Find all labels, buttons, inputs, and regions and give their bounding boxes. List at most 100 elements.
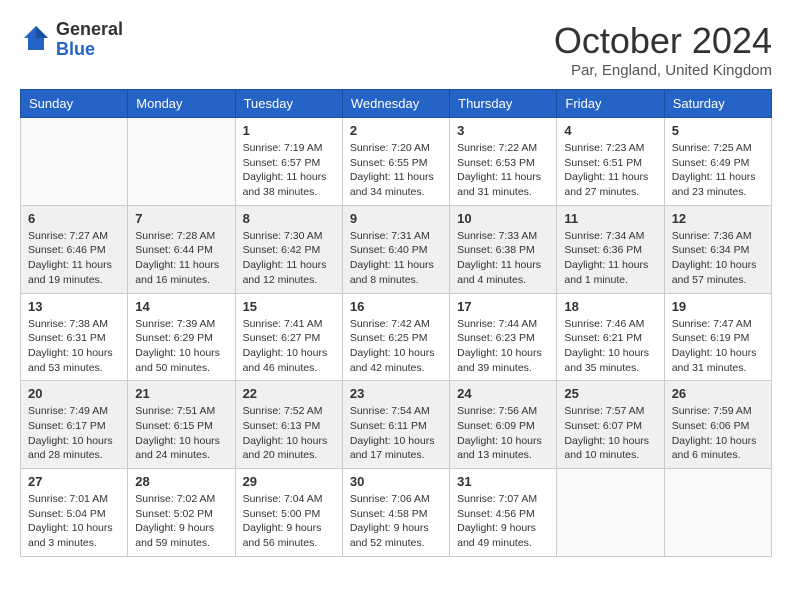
calendar-cell: 21 Sunrise: 7:51 AMSunset: 6:15 PMDayligh… — [128, 381, 235, 469]
week-row-1: 1 Sunrise: 7:19 AMSunset: 6:57 PMDaylight… — [21, 118, 772, 206]
day-info: Sunrise: 7:01 AMSunset: 5:04 PMDaylight:… — [28, 492, 120, 551]
day-number: 18 — [564, 299, 656, 314]
day-number: 9 — [350, 211, 442, 226]
calendar-cell — [557, 469, 664, 557]
day-header-thursday: Thursday — [450, 90, 557, 118]
calendar-cell: 27 Sunrise: 7:01 AMSunset: 5:04 PMDayligh… — [21, 469, 128, 557]
day-number: 12 — [672, 211, 764, 226]
day-number: 7 — [135, 211, 227, 226]
calendar-cell: 24 Sunrise: 7:56 AMSunset: 6:09 PMDayligh… — [450, 381, 557, 469]
calendar-cell — [664, 469, 771, 557]
day-number: 13 — [28, 299, 120, 314]
calendar-cell: 23Sunrise: 7:54 AMSunset: 6:11 PMDayligh… — [342, 381, 449, 469]
day-header-tuesday: Tuesday — [235, 90, 342, 118]
calendar-cell: 15 Sunrise: 7:41 AMSunset: 6:27 PMDayligh… — [235, 293, 342, 381]
day-info: Sunrise: 7:39 AMSunset: 6:29 PMDaylight:… — [135, 317, 227, 376]
day-header-sunday: Sunday — [21, 90, 128, 118]
month-title: October 2024 — [554, 20, 772, 62]
calendar-cell: 22 Sunrise: 7:52 AMSunset: 6:13 PMDayligh… — [235, 381, 342, 469]
day-info: Sunrise: 7:07 AMSunset: 4:56 PMDaylight:… — [457, 492, 549, 551]
day-header-wednesday: Wednesday — [342, 90, 449, 118]
week-row-3: 13Sunrise: 7:38 AMSunset: 6:31 PMDayligh… — [21, 293, 772, 381]
day-info: Sunrise: 7:41 AMSunset: 6:27 PMDaylight:… — [243, 317, 335, 376]
logo-blue-text: Blue — [56, 40, 123, 60]
logo: General Blue — [20, 20, 123, 60]
calendar-cell: 20 Sunrise: 7:49 AMSunset: 6:17 PMDayligh… — [21, 381, 128, 469]
day-number: 2 — [350, 123, 442, 138]
day-number: 24 — [457, 386, 549, 401]
calendar-cell: 31Sunrise: 7:07 AMSunset: 4:56 PMDayligh… — [450, 469, 557, 557]
calendar-cell: 26 Sunrise: 7:59 AMSunset: 6:06 PMDayligh… — [664, 381, 771, 469]
day-number: 10 — [457, 211, 549, 226]
day-info: Sunrise: 7:44 AMSunset: 6:23 PMDaylight:… — [457, 317, 549, 376]
calendar-cell: 8Sunrise: 7:30 AMSunset: 6:42 PMDaylight… — [235, 205, 342, 293]
day-info: Sunrise: 7:22 AMSunset: 6:53 PMDaylight:… — [457, 141, 549, 200]
day-number: 22 — [243, 386, 335, 401]
calendar-cell: 25Sunrise: 7:57 AMSunset: 6:07 PMDayligh… — [557, 381, 664, 469]
day-number: 17 — [457, 299, 549, 314]
day-info: Sunrise: 7:47 AMSunset: 6:19 PMDaylight:… — [672, 317, 764, 376]
day-header-friday: Friday — [557, 90, 664, 118]
calendar-cell: 29Sunrise: 7:04 AMSunset: 5:00 PMDayligh… — [235, 469, 342, 557]
calendar-cell: 19 Sunrise: 7:47 AMSunset: 6:19 PMDayligh… — [664, 293, 771, 381]
day-number: 27 — [28, 474, 120, 489]
logo-icon — [20, 22, 52, 54]
calendar-cell: 7 Sunrise: 7:28 AMSunset: 6:44 PMDaylight… — [128, 205, 235, 293]
day-info: Sunrise: 7:30 AMSunset: 6:42 PMDaylight:… — [243, 229, 335, 288]
calendar-cell: 2 Sunrise: 7:20 AMSunset: 6:55 PMDaylight… — [342, 118, 449, 206]
day-info: Sunrise: 7:31 AMSunset: 6:40 PMDaylight:… — [350, 229, 442, 288]
day-info: Sunrise: 7:28 AMSunset: 6:44 PMDaylight:… — [135, 229, 227, 288]
calendar-table: SundayMondayTuesdayWednesdayThursdayFrid… — [20, 89, 772, 557]
day-info: Sunrise: 7:19 AMSunset: 6:57 PMDaylight:… — [243, 141, 335, 200]
day-number: 20 — [28, 386, 120, 401]
calendar-cell: 11Sunrise: 7:34 AMSunset: 6:36 PMDayligh… — [557, 205, 664, 293]
day-info: Sunrise: 7:46 AMSunset: 6:21 PMDaylight:… — [564, 317, 656, 376]
day-number: 11 — [564, 211, 656, 226]
calendar-cell: 17 Sunrise: 7:44 AMSunset: 6:23 PMDayligh… — [450, 293, 557, 381]
day-info: Sunrise: 7:51 AMSunset: 6:15 PMDaylight:… — [135, 404, 227, 463]
day-info: Sunrise: 7:49 AMSunset: 6:17 PMDaylight:… — [28, 404, 120, 463]
day-number: 28 — [135, 474, 227, 489]
calendar-cell: 1 Sunrise: 7:19 AMSunset: 6:57 PMDaylight… — [235, 118, 342, 206]
day-info: Sunrise: 7:56 AMSunset: 6:09 PMDaylight:… — [457, 404, 549, 463]
day-number: 1 — [243, 123, 335, 138]
day-header-saturday: Saturday — [664, 90, 771, 118]
day-number: 15 — [243, 299, 335, 314]
calendar-cell: 18 Sunrise: 7:46 AMSunset: 6:21 PMDayligh… — [557, 293, 664, 381]
day-info: Sunrise: 7:02 AMSunset: 5:02 PMDaylight:… — [135, 492, 227, 551]
day-number: 23 — [350, 386, 442, 401]
day-info: Sunrise: 7:25 AMSunset: 6:49 PMDaylight:… — [672, 141, 764, 200]
calendar-cell: 28 Sunrise: 7:02 AMSunset: 5:02 PMDayligh… — [128, 469, 235, 557]
location: Par, England, United Kingdom — [554, 62, 772, 79]
day-number: 21 — [135, 386, 227, 401]
day-info: Sunrise: 7:42 AMSunset: 6:25 PMDaylight:… — [350, 317, 442, 376]
day-number: 16 — [350, 299, 442, 314]
calendar-cell: 5 Sunrise: 7:25 AMSunset: 6:49 PMDaylight… — [664, 118, 771, 206]
week-row-4: 20 Sunrise: 7:49 AMSunset: 6:17 PMDayligh… — [21, 381, 772, 469]
day-number: 14 — [135, 299, 227, 314]
logo-general: General — [56, 20, 123, 40]
day-header-monday: Monday — [128, 90, 235, 118]
day-info: Sunrise: 7:06 AMSunset: 4:58 PMDaylight:… — [350, 492, 442, 551]
calendar-cell — [128, 118, 235, 206]
day-number: 19 — [672, 299, 764, 314]
day-info: Sunrise: 7:23 AMSunset: 6:51 PMDaylight:… — [564, 141, 656, 200]
calendar-cell: 9 Sunrise: 7:31 AMSunset: 6:40 PMDaylight… — [342, 205, 449, 293]
day-info: Sunrise: 7:27 AMSunset: 6:46 PMDaylight:… — [28, 229, 120, 288]
calendar-cell: 10 Sunrise: 7:33 AMSunset: 6:38 PMDayligh… — [450, 205, 557, 293]
day-info: Sunrise: 7:33 AMSunset: 6:38 PMDaylight:… — [457, 229, 549, 288]
day-info: Sunrise: 7:59 AMSunset: 6:06 PMDaylight:… — [672, 404, 764, 463]
days-header-row: SundayMondayTuesdayWednesdayThursdayFrid… — [21, 90, 772, 118]
day-info: Sunrise: 7:20 AMSunset: 6:55 PMDaylight:… — [350, 141, 442, 200]
day-number: 5 — [672, 123, 764, 138]
day-info: Sunrise: 7:57 AMSunset: 6:07 PMDaylight:… — [564, 404, 656, 463]
title-block: October 2024 Par, England, United Kingdo… — [554, 20, 772, 79]
week-row-5: 27 Sunrise: 7:01 AMSunset: 5:04 PMDayligh… — [21, 469, 772, 557]
calendar-cell: 3 Sunrise: 7:22 AMSunset: 6:53 PMDaylight… — [450, 118, 557, 206]
page-header: General Blue October 2024 Par, England, … — [20, 20, 772, 79]
logo-text: General Blue — [56, 20, 123, 60]
calendar-cell: 6Sunrise: 7:27 AMSunset: 6:46 PMDaylight… — [21, 205, 128, 293]
day-info: Sunrise: 7:52 AMSunset: 6:13 PMDaylight:… — [243, 404, 335, 463]
day-number: 26 — [672, 386, 764, 401]
day-number: 3 — [457, 123, 549, 138]
